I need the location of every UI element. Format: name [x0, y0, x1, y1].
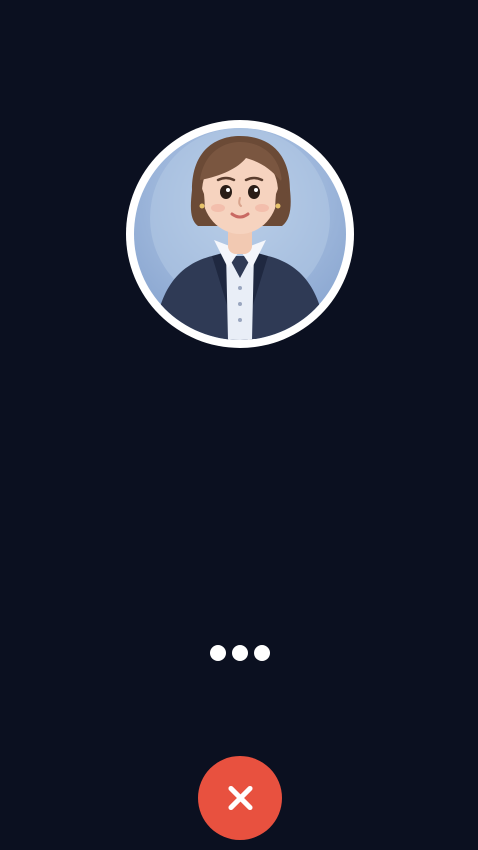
- typing-dot: [254, 645, 270, 661]
- end-call-button[interactable]: [198, 756, 282, 840]
- avatar-illustration: [150, 128, 330, 340]
- avatar: [134, 128, 346, 340]
- typing-indicator: [210, 644, 270, 662]
- close-icon: [226, 784, 254, 812]
- avatar-frame: [126, 120, 354, 348]
- typing-dot: [210, 645, 226, 661]
- call-screen: [0, 0, 478, 850]
- typing-dot: [232, 645, 248, 661]
